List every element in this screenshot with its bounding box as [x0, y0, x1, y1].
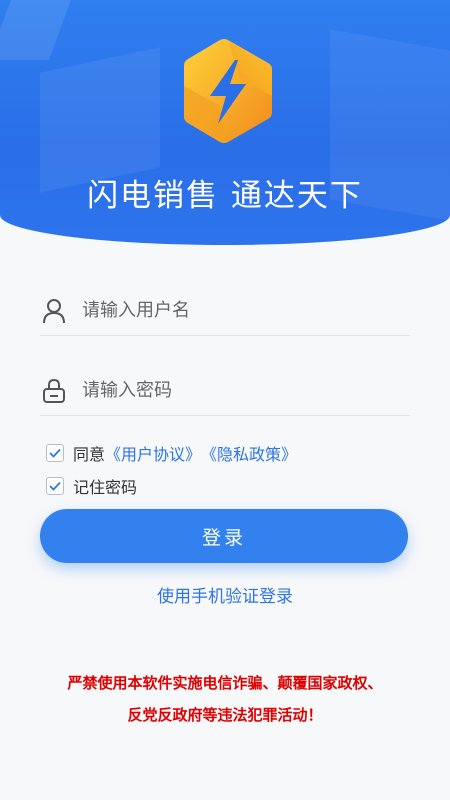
agreement-row: 同意 《用户协议》 《隐私政策》	[46, 441, 297, 465]
lightning-bolt-icon	[184, 39, 272, 143]
app-slogan: 闪电销售 通达天下	[87, 178, 363, 214]
username-field[interactable]	[40, 286, 410, 336]
sms-login-link[interactable]: 使用手机验证登录	[0, 582, 450, 607]
username-input[interactable]	[82, 300, 382, 321]
legal-warning-line-2: 反党反政府等违法犯罪活动！	[127, 706, 323, 724]
legal-warning-line-1: 严禁使用本软件实施电信诈骗、颠覆国家政权、	[67, 674, 383, 692]
password-field[interactable]	[40, 366, 410, 416]
agree-label: 同意	[73, 445, 106, 464]
password-input[interactable]	[82, 380, 382, 401]
lock-icon	[40, 377, 68, 405]
user-agreement-link[interactable]: 《用户协议》	[105, 441, 201, 465]
checkmark-icon	[49, 481, 61, 491]
agree-checkbox[interactable]	[46, 444, 64, 462]
remember-password-label: 记住密码	[73, 478, 138, 497]
remember-password-row: 记住密码	[46, 474, 137, 498]
privacy-policy-link[interactable]: 《隐私政策》	[201, 441, 297, 465]
background-decoration	[0, 0, 71, 60]
checkmark-icon	[49, 448, 61, 458]
login-button[interactable]: 登录	[40, 509, 408, 563]
header-banner: 闪电销售 通达天下	[0, 0, 450, 245]
remember-password-checkbox[interactable]	[46, 477, 64, 495]
user-icon	[40, 297, 68, 325]
